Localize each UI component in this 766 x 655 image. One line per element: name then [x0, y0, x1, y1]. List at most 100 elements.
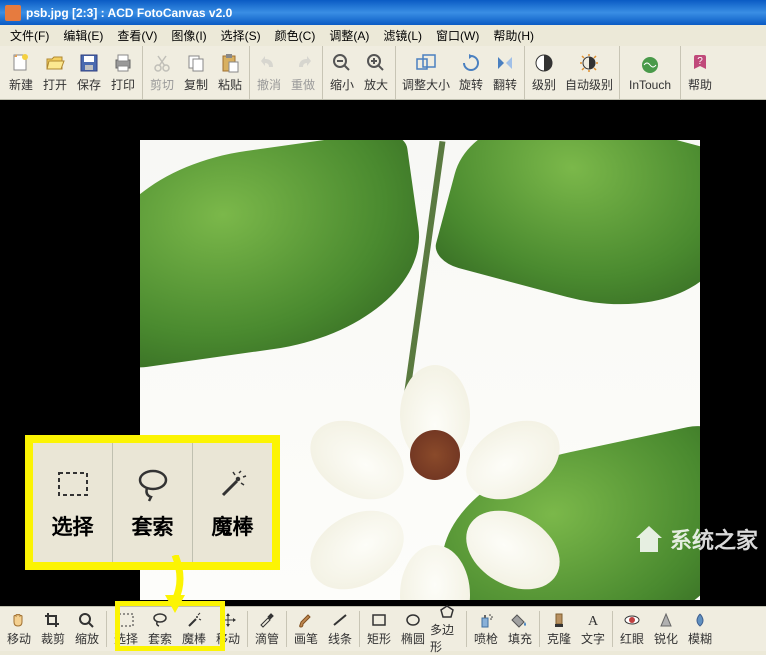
- tool-line[interactable]: 线条: [323, 608, 357, 650]
- autolevels-icon: [578, 52, 600, 74]
- callout-select-label: 选择: [52, 511, 94, 541]
- tool-zoom[interactable]: 缩放: [70, 608, 104, 650]
- house-icon: [632, 522, 666, 556]
- menu-help[interactable]: 帮助(H): [487, 25, 540, 46]
- open-icon: [44, 52, 66, 74]
- print-button[interactable]: 打印: [106, 49, 140, 97]
- menu-window[interactable]: 窗口(W): [430, 25, 485, 46]
- callout-arrow: [155, 555, 195, 625]
- tool-select[interactable]: 选择: [109, 608, 143, 650]
- new-label: 新建: [9, 76, 33, 93]
- tool-spray[interactable]: 喷枪: [469, 608, 503, 650]
- callout-wand-label: 魔棒: [212, 511, 254, 541]
- flip-icon: [494, 52, 516, 74]
- line-icon: [330, 611, 350, 629]
- tool-ellipse[interactable]: 椭圆: [396, 608, 430, 650]
- select-icon: [116, 611, 136, 629]
- text-icon: A: [583, 611, 603, 629]
- sharpen-icon: [656, 611, 676, 629]
- callout-wand[interactable]: 魔棒: [193, 443, 272, 562]
- tool-brush[interactable]: 画笔: [289, 608, 323, 650]
- polygon-icon: [437, 604, 457, 620]
- levels-icon: [533, 52, 555, 74]
- zoomin-button[interactable]: 放大: [359, 49, 393, 97]
- flip-button[interactable]: 翻转: [488, 49, 522, 97]
- menu-edit[interactable]: 编辑(E): [57, 25, 109, 46]
- tool-move[interactable]: 移动: [2, 608, 36, 650]
- lasso-icon: [133, 465, 173, 505]
- rect-icon: [369, 611, 389, 629]
- rotate-button[interactable]: 旋转: [454, 49, 488, 97]
- redo-button[interactable]: 重做: [286, 49, 320, 97]
- paste-icon: [219, 52, 241, 74]
- intouch-button[interactable]: InTouch: [622, 49, 678, 97]
- menu-bar: 文件(F) 编辑(E) 查看(V) 图像(I) 选择(S) 颜色(C) 调整(A…: [0, 25, 766, 46]
- zoomout-label: 缩小: [330, 76, 354, 93]
- fill-icon: [510, 611, 530, 629]
- zoomout-button[interactable]: 缩小: [325, 49, 359, 97]
- help-button[interactable]: ? 帮助: [683, 49, 717, 97]
- save-button[interactable]: 保存: [72, 49, 106, 97]
- undo-button[interactable]: 撤消: [252, 49, 286, 97]
- ellipse-icon: [403, 611, 423, 629]
- cut-button[interactable]: 剪切: [145, 49, 179, 97]
- autolevels-button[interactable]: 自动级别: [561, 49, 617, 97]
- resize-label: 调整大小: [402, 76, 450, 93]
- paste-button[interactable]: 粘贴: [213, 49, 247, 97]
- menu-image[interactable]: 图像(I): [165, 25, 212, 46]
- move-icon: [218, 611, 238, 629]
- save-icon: [78, 52, 100, 74]
- brush-icon: [296, 611, 316, 629]
- zoomout-icon: [331, 52, 353, 74]
- tool-polygon[interactable]: 多边形: [430, 608, 464, 650]
- menu-file[interactable]: 文件(F): [4, 25, 55, 46]
- hlp-label: 帮助: [688, 76, 712, 93]
- open-button[interactable]: 打开: [38, 49, 72, 97]
- rotate-label: 旋转: [459, 76, 483, 93]
- rotate-icon: [460, 52, 482, 74]
- help-icon: ?: [689, 52, 711, 74]
- menu-filter[interactable]: 滤镜(L): [377, 25, 428, 46]
- callout-lasso[interactable]: 套索: [113, 443, 193, 562]
- tool-sharpen[interactable]: 锐化: [649, 608, 683, 650]
- tool-move2[interactable]: 移动: [211, 608, 245, 650]
- open-label: 打开: [43, 76, 67, 93]
- copy-label: 复制: [184, 76, 208, 93]
- select-rect-icon: [53, 465, 93, 505]
- window-title: psb.jpg [2:3] : ACD FotoCanvas v2.0: [26, 6, 232, 20]
- resize-button[interactable]: 调整大小: [398, 49, 454, 97]
- tool-clone[interactable]: 克隆: [542, 608, 576, 650]
- save-label: 保存: [77, 76, 101, 93]
- copy-button[interactable]: 复制: [179, 49, 213, 97]
- cut-label: 剪切: [150, 76, 174, 93]
- tool-dropper[interactable]: 滴管: [250, 608, 284, 650]
- menu-color[interactable]: 颜色(C): [269, 25, 322, 46]
- menu-view[interactable]: 查看(V): [111, 25, 163, 46]
- callout-select[interactable]: 选择: [33, 443, 113, 562]
- menu-select[interactable]: 选择(S): [215, 25, 267, 46]
- tool-rect[interactable]: 矩形: [362, 608, 396, 650]
- watermark: 系统之家: [632, 522, 758, 556]
- crop-icon: [43, 611, 63, 629]
- tool-text[interactable]: A文字: [576, 608, 610, 650]
- tool-crop[interactable]: 裁剪: [36, 608, 70, 650]
- svg-text:A: A: [588, 614, 599, 628]
- blur-icon: [690, 611, 710, 629]
- tool-redeye[interactable]: 红眼: [615, 608, 649, 650]
- tool-blur[interactable]: 模糊: [683, 608, 717, 650]
- title-bar: psb.jpg [2:3] : ACD FotoCanvas v2.0: [0, 0, 766, 25]
- intouch-label: InTouch: [629, 78, 671, 92]
- print-label: 打印: [111, 76, 135, 93]
- new-button[interactable]: 新建: [4, 49, 38, 97]
- menu-adjust[interactable]: 调整(A): [323, 25, 375, 46]
- zoom-icon: [77, 611, 97, 629]
- levels-button[interactable]: 级别: [527, 49, 561, 97]
- tool-fill[interactable]: 填充: [503, 608, 537, 650]
- undo-icon: [258, 52, 280, 74]
- callout-popup: 选择 套索 魔棒: [25, 435, 280, 570]
- zoomin-label: 放大: [364, 76, 388, 93]
- intouch-icon: [639, 54, 661, 76]
- wand-icon: [213, 465, 253, 505]
- flip-label: 翻转: [493, 76, 517, 93]
- hand-icon: [9, 611, 29, 629]
